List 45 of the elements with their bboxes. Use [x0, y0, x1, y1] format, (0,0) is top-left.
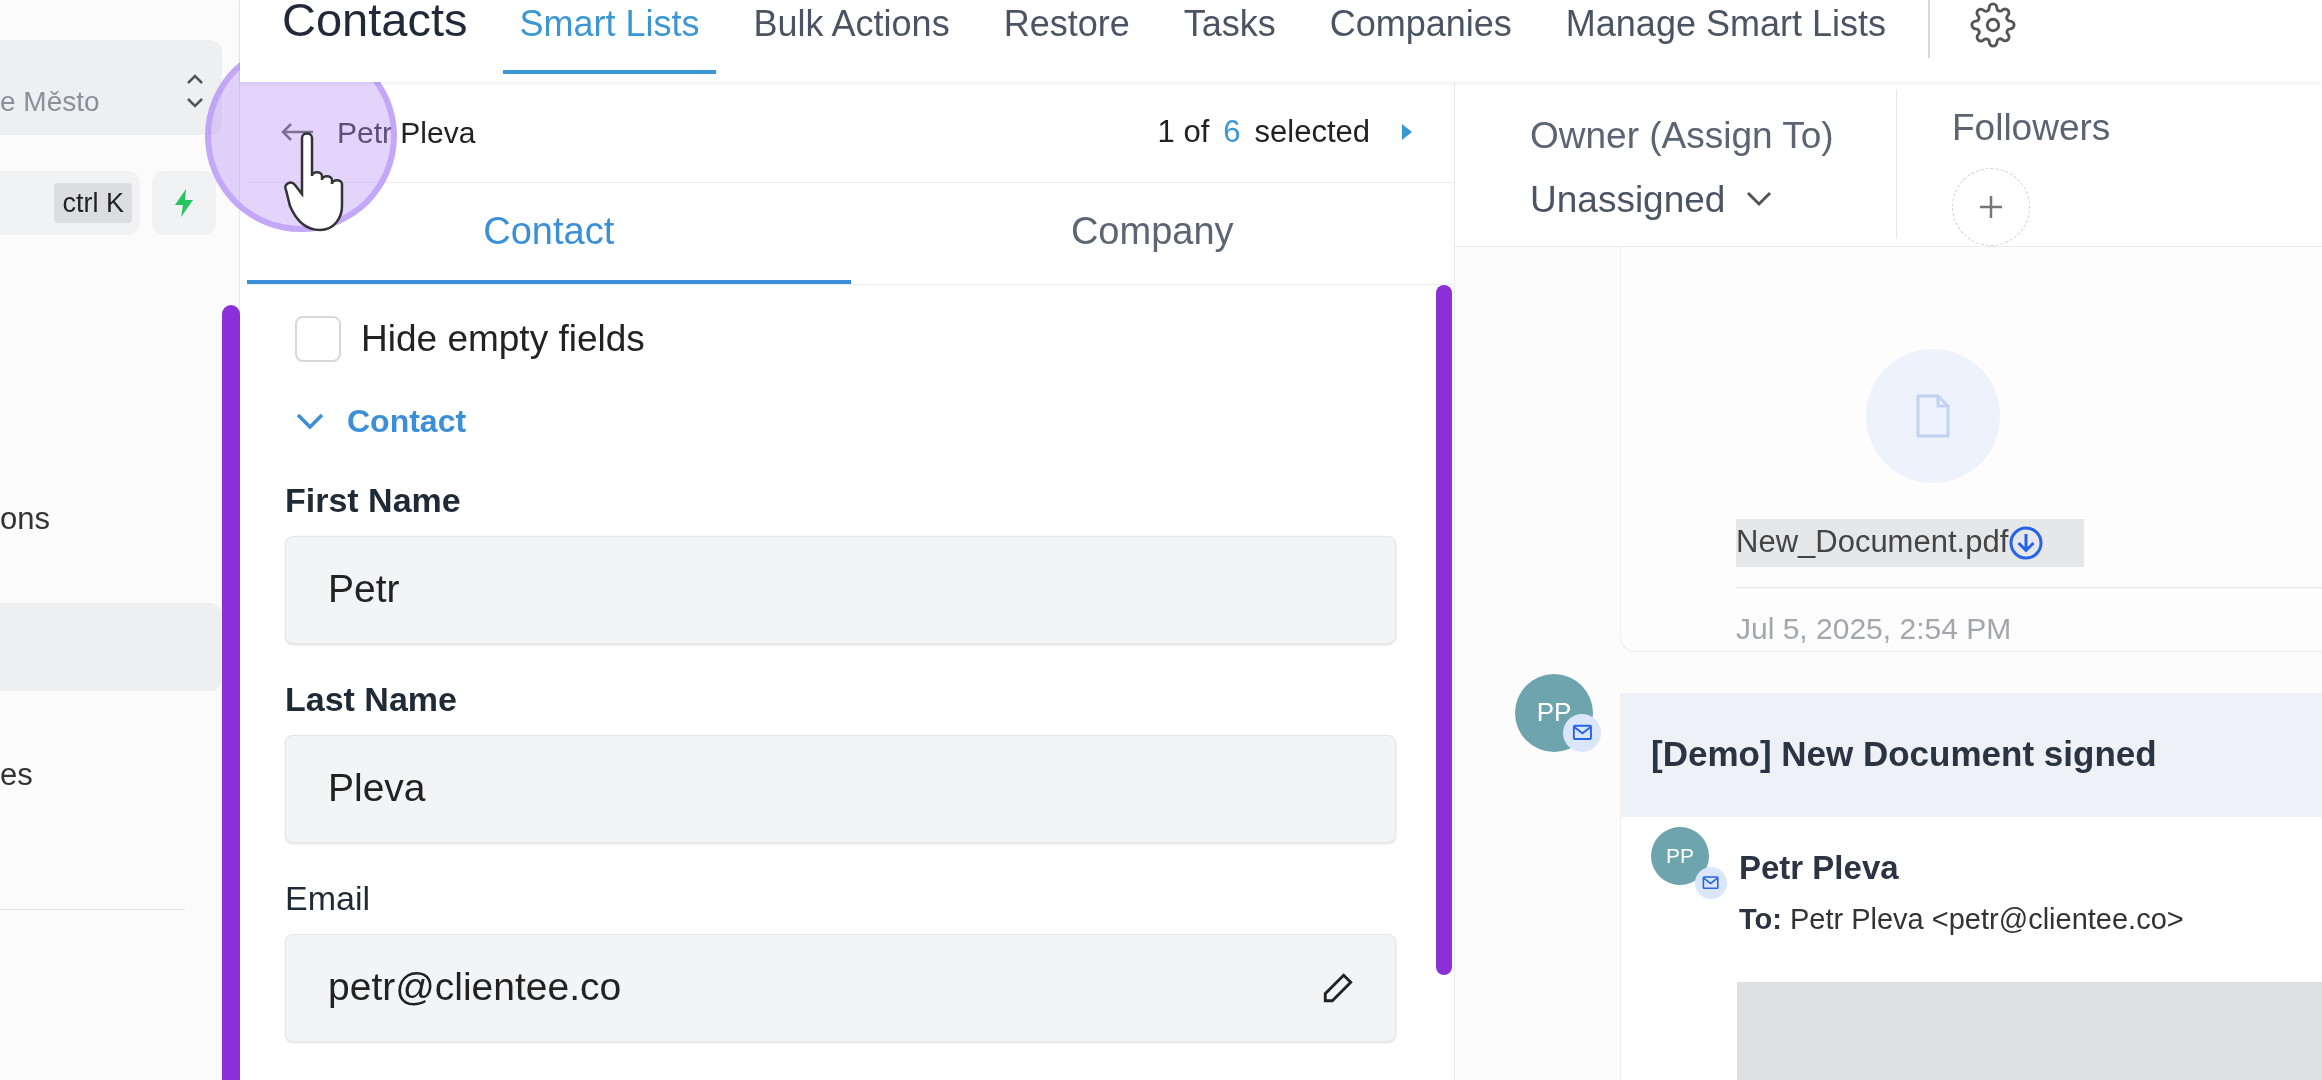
download-icon[interactable] [2008, 524, 2045, 561]
owner-dropdown[interactable]: Unassigned [1530, 171, 1774, 227]
settings-icon[interactable] [1969, 2, 2016, 48]
nav-tab[interactable]: Tasks [1167, 0, 1292, 74]
text-field[interactable]: Petr [285, 535, 1396, 644]
selected-count: 6 [1223, 112, 1241, 151]
attachment-date: Jul 5, 2025, 2:54 PM [1736, 610, 2013, 647]
checkbox-label: Hide empty fields [361, 317, 645, 361]
nav-tab[interactable]: Manage Smart Lists [1549, 0, 1902, 74]
scrollbar-thumb[interactable] [222, 305, 240, 1080]
location-name: e Město [0, 85, 100, 119]
page-title: Contacts [282, 0, 468, 43]
recipient-label: To: [1739, 902, 1782, 937]
field-label: Email [285, 877, 372, 919]
chevron-down-icon [295, 411, 325, 430]
field-label: Last Name [285, 678, 458, 720]
owner-label: Owner (Assign To) [1530, 114, 1835, 158]
nav-item[interactable]: es [0, 731, 222, 819]
field-label: First Name [285, 479, 462, 521]
nav-tab[interactable]: Companies [1313, 0, 1528, 74]
text-field[interactable]: petr@clientee.co [285, 933, 1396, 1042]
pager-text: selected [1254, 112, 1370, 151]
nav-item[interactable]: ons [0, 475, 222, 563]
scrollbar-thumb[interactable] [1436, 285, 1452, 975]
chevron-down-icon [1745, 190, 1774, 209]
followers-label: Followers [1952, 106, 2111, 150]
shortcut-key: ctrl K [54, 182, 132, 224]
plus-icon [1978, 193, 2004, 220]
nav-tab[interactable]: Restore [987, 0, 1146, 74]
checkbox[interactable] [295, 315, 341, 362]
quick-action-button[interactable] [152, 171, 216, 235]
record-tab[interactable]: Company [850, 183, 1454, 284]
search-bar[interactable]: ctrl K [0, 171, 140, 235]
email-subject: [Demo] New Document signed [1651, 733, 2157, 776]
lightning-icon [173, 189, 195, 217]
pencil-icon[interactable] [1321, 970, 1355, 1005]
mail-icon [1695, 866, 1727, 899]
pager-text: 1 of [1157, 112, 1210, 151]
sender-name: Petr Pleva [1739, 847, 1900, 888]
back-arrow-icon [280, 122, 314, 142]
text-field[interactable]: Pleva [285, 734, 1396, 843]
next-icon[interactable] [1400, 122, 1414, 142]
record-name: Petr Pleva [337, 114, 476, 151]
recipient-address: Petr Pleva <petr@clientee.co> [1789, 902, 2184, 937]
nav-tab[interactable]: Bulk Actions [737, 0, 966, 74]
